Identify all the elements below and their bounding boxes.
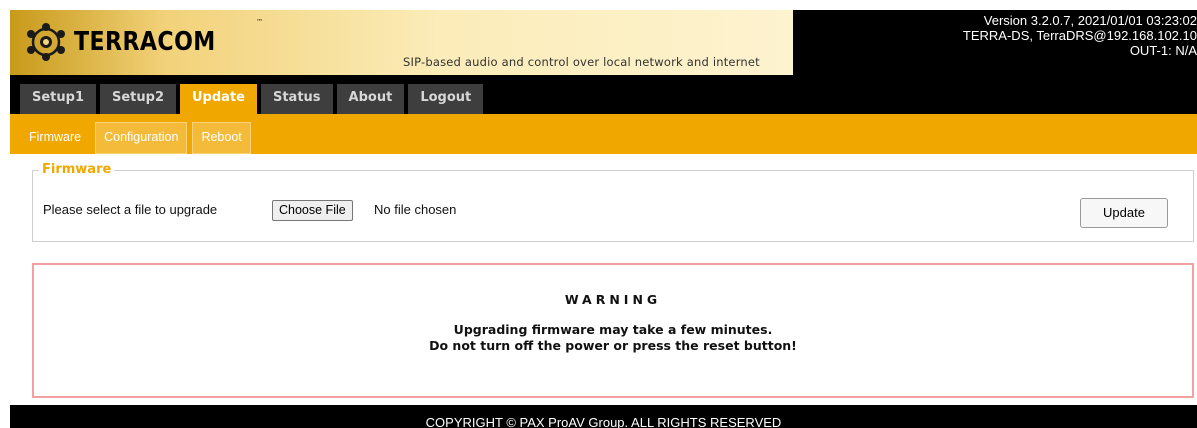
output-status: OUT-1: N/A (1129, 43, 1197, 58)
sub-tabs: Firmware Configuration Reboot (20, 122, 256, 154)
terracom-logo-icon (27, 23, 65, 61)
tab-about[interactable]: About (336, 84, 405, 114)
subtab-firmware[interactable]: Firmware (20, 122, 91, 154)
update-button[interactable]: Update (1080, 198, 1168, 228)
tagline: SIP-based audio and control over local n… (403, 55, 760, 69)
warning-title: WARNING (564, 292, 662, 307)
app-frame: TERRACOM ™ SIP-based audio and control o… (10, 10, 1197, 428)
logo-trademark: ™ (256, 18, 263, 26)
content-area: Firmware Please select a file to upgrade… (10, 154, 1197, 405)
sub-tab-bar: Firmware Configuration Reboot (10, 114, 1197, 154)
logo-text: TERRACOM (74, 27, 216, 57)
no-file-text: No file chosen (374, 202, 457, 217)
subtab-reboot[interactable]: Reboot (192, 122, 251, 154)
version-text: Version 3.2.0.7, 2021/01/01 03:23:02 (983, 13, 1197, 28)
warning-line-2: Do not turn off the power or press the r… (429, 338, 797, 353)
select-file-label: Please select a file to upgrade (43, 202, 218, 217)
tab-setup2[interactable]: Setup2 (100, 84, 176, 114)
tab-logout[interactable]: Logout (408, 84, 484, 114)
logo: TERRACOM (24, 22, 241, 62)
device-info: Version 3.2.0.7, 2021/01/01 03:23:02 TER… (963, 13, 1197, 58)
tab-update[interactable]: Update (180, 84, 257, 115)
copyright-footer: COPYRIGHT © PAX ProAV Group. ALL RIGHTS … (425, 415, 782, 428)
device-text: TERRA-DS, TerraDRS@192.168.102.10 (962, 28, 1197, 43)
firmware-legend: Firmware (39, 162, 115, 177)
main-tabs: Setup1 Setup2 Update Status About Logout (20, 84, 487, 115)
header-banner: TERRACOM ™ SIP-based audio and control o… (10, 10, 793, 75)
tab-status[interactable]: Status (260, 84, 333, 114)
tab-setup1[interactable]: Setup1 (20, 84, 96, 114)
firmware-fieldset: Firmware Please select a file to upgrade… (32, 162, 1194, 242)
subtab-configuration[interactable]: Configuration (95, 122, 188, 154)
warning-line-1: Upgrading firmware may take a few minute… (453, 322, 773, 337)
warning-box: WARNING Upgrading firmware may take a fe… (32, 263, 1194, 398)
choose-file-button[interactable]: Choose File (272, 200, 353, 221)
